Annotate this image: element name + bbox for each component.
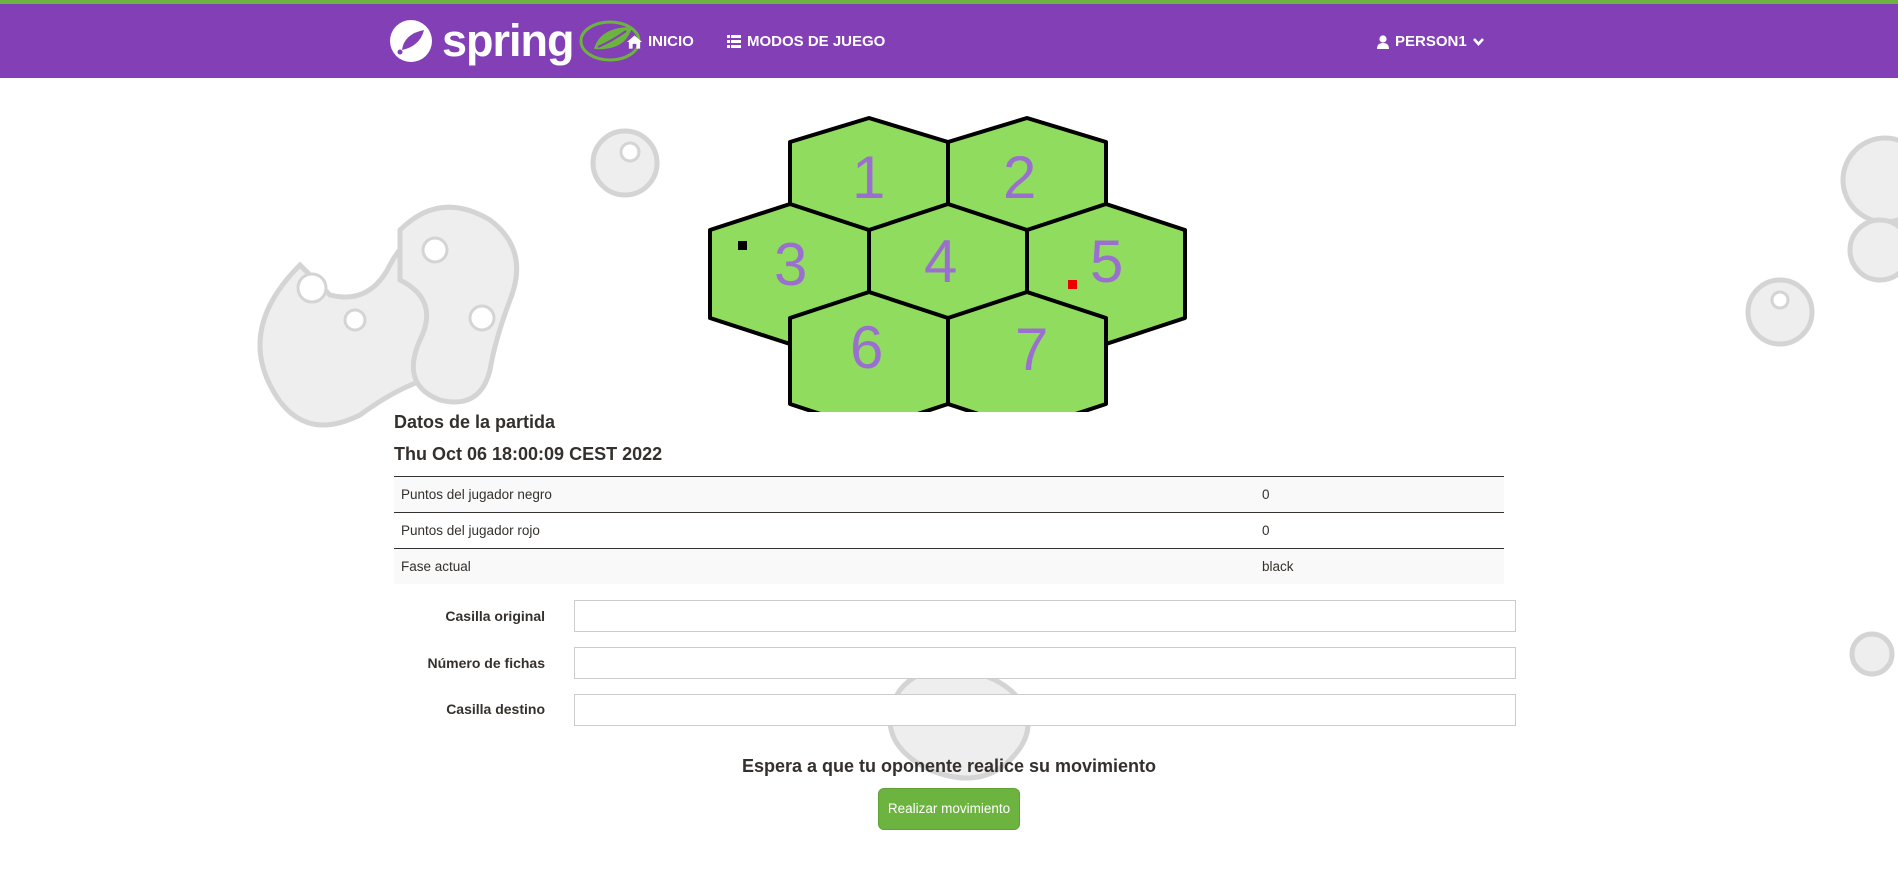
navbar: spring INICIO MODOS DE JUEGO PERSON1	[0, 0, 1898, 78]
black-piece[interactable]	[738, 241, 747, 250]
nav-inicio[interactable]: INICIO	[627, 33, 694, 50]
casilla-destino-input[interactable]	[574, 694, 1516, 726]
row-label: Puntos del jugador negro	[394, 476, 1255, 513]
game-data-table: Puntos del jugador negro 0 Puntos del ju…	[394, 476, 1504, 584]
hex-label-7: 7	[1015, 316, 1048, 383]
game-data-title: Datos de la partida	[394, 412, 556, 432]
hex-board: 1 2 3 4 5 6 7	[708, 116, 1187, 412]
chevron-down-icon	[1472, 37, 1484, 46]
hex-label-3: 3	[774, 231, 807, 298]
spring-logo-icon	[390, 20, 432, 62]
game-date: Thu Oct 06 18:00:09 CEST 2022	[394, 444, 663, 464]
hex-label-2: 2	[1003, 144, 1036, 211]
user-name: PERSON1	[1395, 33, 1467, 50]
row-value: 0	[1255, 512, 1504, 549]
user-icon	[1377, 34, 1389, 49]
nav-inicio-label: INICIO	[648, 33, 694, 50]
row-label: Fase actual	[394, 548, 1255, 584]
nav-modos-label: MODOS DE JUEGO	[747, 33, 886, 50]
table-row: Puntos del jugador rojo 0	[394, 512, 1504, 549]
red-piece[interactable]	[1068, 280, 1077, 289]
user-menu[interactable]: PERSON1	[1377, 33, 1484, 50]
hex-label-4: 4	[924, 228, 957, 295]
numero-fichas-label: Número de fichas	[427, 655, 545, 671]
hex-label-5: 5	[1090, 228, 1123, 295]
brand-name: spring	[442, 15, 575, 66]
list-icon	[727, 35, 741, 48]
table-row: Fase actual black	[394, 548, 1504, 584]
row-value: black	[1255, 548, 1504, 584]
row-value: 0	[1255, 476, 1504, 513]
brand-logo[interactable]: spring	[388, 15, 642, 66]
nav-modos-de-juego[interactable]: MODOS DE JUEGO	[727, 33, 885, 50]
casilla-original-label: Casilla original	[445, 608, 545, 624]
hex-label-1: 1	[852, 144, 885, 211]
wait-message: Espera a que tu oponente realice su movi…	[741, 756, 1157, 776]
table-row: Puntos del jugador negro 0	[394, 476, 1504, 513]
numero-fichas-input[interactable]	[574, 647, 1516, 679]
home-icon	[627, 34, 642, 49]
casilla-destino-label: Casilla destino	[446, 701, 545, 717]
row-label: Puntos del jugador rojo	[394, 512, 1255, 549]
casilla-original-input[interactable]	[574, 600, 1516, 632]
hex-label-6: 6	[850, 314, 883, 381]
submit-move-button[interactable]: Realizar movimiento	[878, 788, 1020, 830]
